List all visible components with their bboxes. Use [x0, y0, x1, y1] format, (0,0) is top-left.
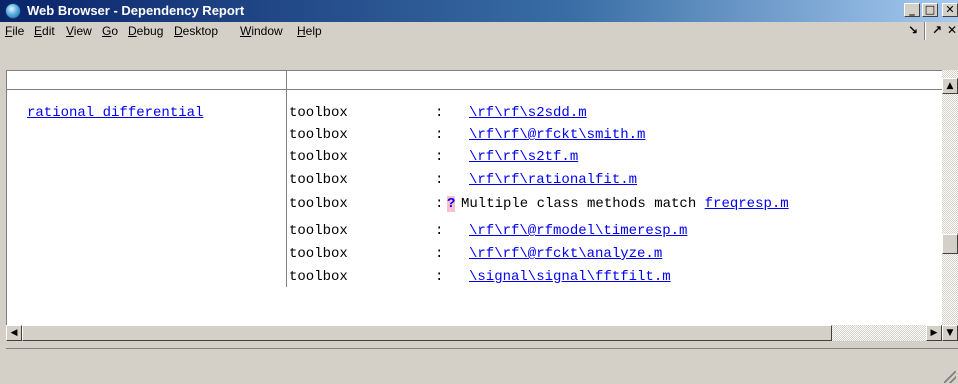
column-divider — [286, 71, 287, 287]
row-type: toolbox — [289, 196, 348, 212]
help-question-icon[interactable]: ? — [447, 196, 456, 212]
title-bar[interactable]: Web Browser - Dependency Report _ □ ✕ — [0, 0, 958, 22]
resize-grip-icon[interactable] — [944, 371, 956, 383]
file-link[interactable]: \rf\rf\rationalfit.m — [469, 172, 637, 188]
row-separator: : — [435, 127, 444, 143]
menu-file[interactable]: File — [5, 22, 24, 40]
minimize-icon[interactable]: _ — [904, 3, 920, 17]
row-separator: : — [435, 105, 444, 121]
horizontal-scroll-thumb[interactable] — [22, 325, 832, 341]
menu-help[interactable]: Help — [297, 22, 322, 40]
row-type: toolbox — [289, 223, 348, 239]
file-link[interactable]: \rf\rf\@rfckt\analyze.m — [469, 246, 662, 262]
undock-arrow-icon[interactable]: ↘ — [908, 23, 918, 37]
row-type: toolbox — [289, 127, 348, 143]
close-icon[interactable]: ✕ — [942, 3, 958, 17]
pin-arrow-icon[interactable]: ↗ — [932, 23, 942, 37]
scroll-up-icon[interactable]: ▲ — [942, 78, 958, 94]
menu-bar: File Edit View Go Debug Desktop Window H… — [0, 22, 958, 43]
menu-edit[interactable]: Edit — [34, 22, 55, 40]
report-content: rational differential toolbox : \rf\rf\s… — [6, 70, 943, 325]
file-link[interactable]: \signal\signal\fftfilt.m — [469, 269, 671, 285]
row-separator: : — [435, 269, 444, 285]
row-type: toolbox — [289, 246, 348, 262]
browser-globe-icon — [5, 3, 21, 19]
file-link[interactable]: \rf\rf\@rfckt\smith.m — [469, 127, 645, 143]
panel-close-icon[interactable]: ✕ — [947, 23, 957, 37]
menu-view[interactable]: View — [66, 22, 92, 40]
function-name-link[interactable]: rational differential — [27, 105, 203, 121]
web-browser-window: Web Browser - Dependency Report _ □ ✕ Fi… — [0, 0, 958, 384]
window-title: Web Browser - Dependency Report — [27, 3, 245, 18]
header-divider — [287, 89, 943, 90]
file-link[interactable]: \rf\rf\s2sdd.m — [469, 105, 587, 121]
menu-desktop[interactable]: Desktop — [174, 22, 218, 40]
vertical-scroll-thumb[interactable] — [942, 234, 958, 254]
maximize-icon[interactable]: □ — [922, 3, 938, 17]
scroll-left-icon[interactable]: ◀ — [6, 325, 22, 341]
menu-window[interactable]: Window — [240, 22, 283, 40]
scroll-down-icon[interactable]: ▼ — [942, 325, 958, 341]
row-separator: : — [435, 223, 444, 239]
row-type: toolbox — [289, 105, 348, 121]
menu-debug[interactable]: Debug — [128, 22, 163, 40]
header-divider — [7, 89, 287, 90]
ambiguity-message: Multiple class methods match freqresp.m — [461, 196, 789, 212]
file-link[interactable]: \rf\rf\s2tf.m — [469, 149, 578, 165]
row-type: toolbox — [289, 172, 348, 188]
row-separator: : — [435, 196, 444, 212]
row-type: toolbox — [289, 149, 348, 165]
row-separator: : — [435, 172, 444, 188]
vertical-scrollbar[interactable]: ▲ ▼ — [942, 70, 958, 341]
menu-go[interactable]: Go — [102, 22, 118, 40]
file-link[interactable]: \rf\rf\@rfmodel\timeresp.m — [469, 223, 687, 239]
row-separator: : — [435, 246, 444, 262]
row-type: toolbox — [289, 269, 348, 285]
status-bar — [6, 348, 958, 384]
file-link[interactable]: freqresp.m — [705, 196, 789, 212]
scroll-right-icon[interactable]: ▶ — [926, 325, 942, 341]
toolbar-separator — [924, 22, 926, 40]
row-separator: : — [435, 149, 444, 165]
ambiguity-message-text: Multiple class methods match — [461, 196, 697, 212]
horizontal-scrollbar[interactable]: ◀ ▶ — [6, 325, 942, 341]
